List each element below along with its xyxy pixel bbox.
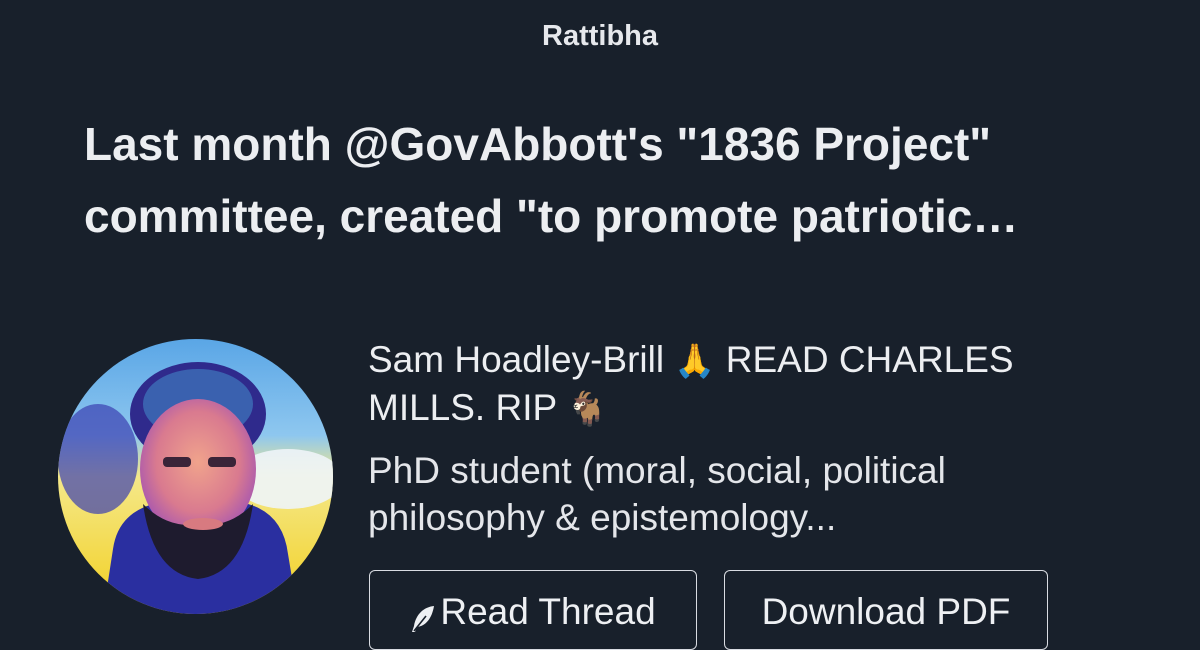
avatar-image [58,339,333,614]
site-brand[interactable]: Rattibha [0,20,1200,53]
author-bio: PhD student (moral, social, political ph… [368,447,1148,541]
download-pdf-label: Download PDF [761,591,1011,632]
download-pdf-button[interactable]: Download PDF [724,570,1048,650]
author-name-text: Sam Hoadley-Brill [368,339,665,380]
headline-line-1: Last month @GovAbbott's "1836 Project" [84,118,992,170]
bio-line-2: philosophy & epistemology... [368,497,837,538]
read-thread-button[interactable]: Read Thread [369,570,697,650]
folded-hands-emoji: 🙏 [674,342,716,379]
feather-icon [410,601,436,632]
goat-emoji: 🐐 [566,390,608,427]
author-avatar [58,339,333,614]
author-name-line-2: MILLS. RIP 🐐 [368,384,1148,432]
read-thread-label: Read Thread [440,591,656,632]
thread-headline: Last month @GovAbbott's "1836 Project" c… [84,108,1094,252]
author-name-text-2: MILLS. RIP [368,387,557,428]
author-name-text-rest: READ CHARLES [725,339,1014,380]
bio-line-1: PhD student (moral, social, political [368,450,946,491]
author-name-line-1: Sam Hoadley-Brill 🙏 READ CHARLES [368,336,1148,384]
author-name[interactable]: Sam Hoadley-Brill 🙏 READ CHARLES MILLS. … [368,336,1148,432]
headline-line-2: committee, created "to promote patriotic… [84,190,1019,242]
